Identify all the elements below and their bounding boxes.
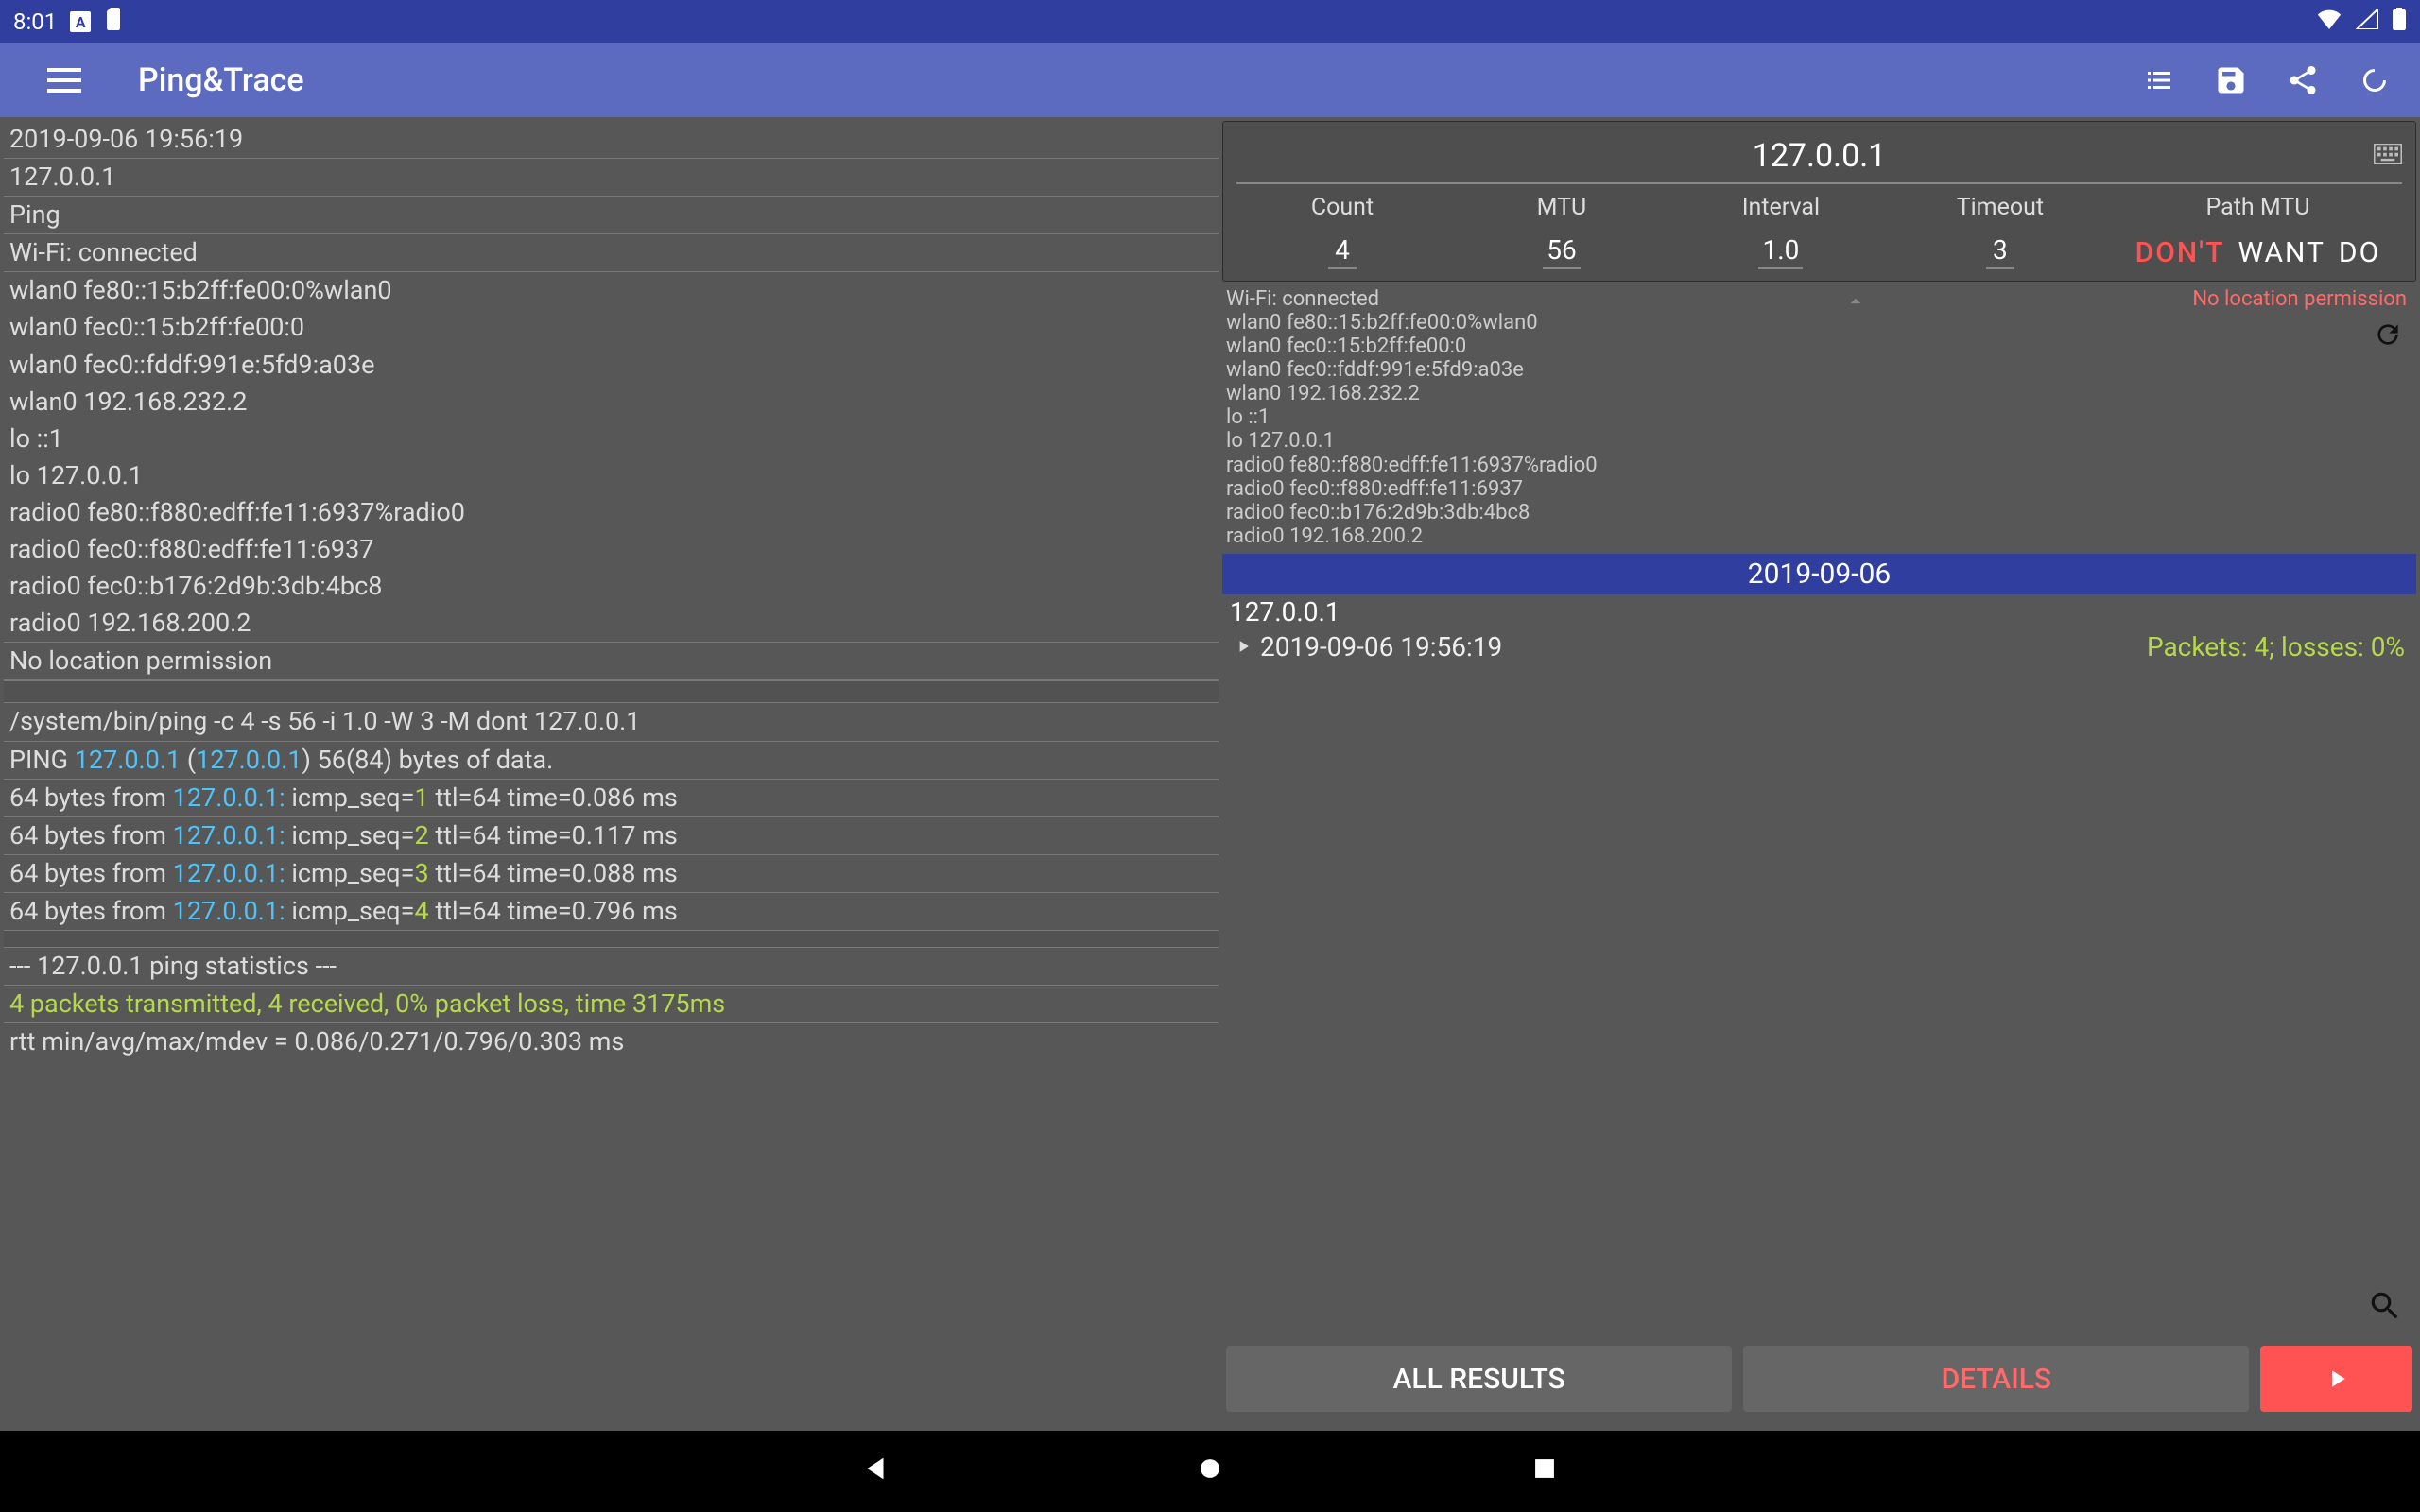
play-icon — [1234, 631, 1253, 662]
log-iface: lo 127.0.0.1 — [4, 457, 1219, 494]
log-wifi: Wi-Fi: connected — [4, 234, 1219, 272]
log-target: 127.0.0.1 — [4, 159, 1219, 197]
search-icon[interactable] — [2367, 1288, 2403, 1331]
android-status-bar: 8:01 A — [0, 0, 2420, 43]
menu-icon[interactable] — [47, 68, 81, 93]
log-iface: wlan0 fec0::fddf:991e:5fd9:a03e — [4, 347, 1219, 384]
log-reply: 64 bytes from 127.0.0.1: icmp_seq=4 ttl=… — [4, 893, 1219, 931]
result-meta: Packets: 4; losses: 0% — [2147, 631, 2405, 662]
refresh-icon[interactable] — [2373, 319, 2403, 355]
target-field[interactable]: 127.0.0.1 — [1236, 129, 2402, 184]
pathmtu-dont[interactable]: DON'T — [2135, 236, 2225, 269]
param-pathmtu: Path MTU DON'T WANT DO — [2110, 188, 2406, 269]
log-divider — [4, 680, 1219, 703]
log-divider — [4, 931, 1219, 948]
results-panel: 2019-09-06 127.0.0.1 2019-09-06 19:56:19… — [1222, 554, 2416, 1342]
log-iface: radio0 fec0::b176:2d9b:3db:4bc8 — [4, 568, 1219, 605]
log-iface: wlan0 192.168.232.2 — [4, 384, 1219, 421]
keyboard-icon[interactable] — [2374, 135, 2402, 173]
log-stats-header: --- 127.0.0.1 ping statistics --- — [4, 948, 1219, 986]
sd-card-icon — [104, 8, 123, 36]
button-row: ALL RESULTS DETAILS — [1222, 1346, 2416, 1412]
pathmtu-want[interactable]: WANT — [2238, 236, 2325, 269]
wifi-icon — [2316, 9, 2342, 35]
app-bar: Ping&Trace — [0, 43, 2420, 117]
android-nav-bar — [0, 1431, 2420, 1512]
results-date-header: 2019-09-06 — [1222, 554, 2416, 594]
result-entry[interactable]: 2019-09-06 19:56:19 Packets: 4; losses: … — [1222, 629, 2416, 664]
loading-icon[interactable] — [2358, 63, 2392, 97]
log-reply: 64 bytes from 127.0.0.1: icmp_seq=1 ttl=… — [4, 780, 1219, 817]
chevron-up-icon[interactable] — [1843, 289, 1868, 319]
param-timeout[interactable]: Timeout 3 — [1891, 188, 2110, 269]
log-iface: radio0 fe80::f880:edff:fe11:6937%radio0 — [4, 494, 1219, 531]
interfaces-info: No location permission Wi-Fi: connected … — [1222, 285, 2416, 550]
all-results-button[interactable]: ALL RESULTS — [1226, 1346, 1732, 1412]
battery-icon — [2392, 8, 2407, 36]
log-timestamp: 2019-09-06 19:56:19 — [4, 121, 1219, 159]
log-iface: wlan0 fec0::15:b2ff:fe00:0 — [4, 309, 1219, 346]
log-iface: radio0 192.168.200.2 — [4, 605, 1219, 643]
log-reply: 64 bytes from 127.0.0.1: icmp_seq=2 ttl=… — [4, 817, 1219, 855]
noloc-warning: No location permission — [2192, 287, 2407, 311]
result-ip: 127.0.0.1 — [1222, 594, 2416, 629]
param-interval[interactable]: Interval 1.0 — [1671, 188, 1891, 269]
app-title: Ping&Trace — [138, 61, 304, 99]
share-icon[interactable] — [2286, 63, 2320, 97]
log-rtt: rtt min/avg/max/mdev = 0.086/0.271/0.796… — [4, 1023, 1219, 1060]
log-noloc: No location permission — [4, 643, 1219, 680]
status-time: 8:01 — [13, 9, 57, 35]
log-iface: wlan0 fe80::15:b2ff:fe00:0%wlan0 — [4, 272, 1219, 309]
signal-icon — [2356, 9, 2378, 35]
save-icon[interactable] — [2214, 63, 2248, 97]
nav-recent-icon[interactable] — [1529, 1452, 1561, 1491]
keyboard-indicator-icon: A — [70, 11, 91, 32]
nav-home-icon[interactable] — [1194, 1452, 1226, 1491]
nav-back-icon[interactable] — [859, 1452, 891, 1491]
log-iface: lo ::1 — [4, 421, 1219, 457]
param-count[interactable]: Count 4 — [1233, 188, 1452, 269]
control-panel: 127.0.0.1 Count 4 MTU 56 Interva — [1222, 121, 2416, 282]
run-button[interactable] — [2260, 1346, 2412, 1412]
pathmtu-do[interactable]: DO — [2339, 236, 2380, 269]
log-pane: 2019-09-06 19:56:19 127.0.0.1 Ping Wi-Fi… — [4, 121, 1219, 1412]
list-icon[interactable] — [2142, 63, 2176, 97]
log-mode: Ping — [4, 197, 1219, 234]
details-button[interactable]: DETAILS — [1743, 1346, 2249, 1412]
param-mtu[interactable]: MTU 56 — [1452, 188, 1671, 269]
log-reply: 64 bytes from 127.0.0.1: icmp_seq=3 ttl=… — [4, 855, 1219, 893]
log-cmd: /system/bin/ping -c 4 -s 56 -i 1.0 -W 3 … — [4, 703, 1219, 741]
log-ping-header: PING 127.0.0.1 (127.0.0.1) 56(84) bytes … — [4, 742, 1219, 780]
log-stats-summary: 4 packets transmitted, 4 received, 0% pa… — [4, 986, 1219, 1023]
result-time: 2019-09-06 19:56:19 — [1260, 631, 1502, 662]
log-iface: radio0 fec0::f880:edff:fe11:6937 — [4, 531, 1219, 568]
